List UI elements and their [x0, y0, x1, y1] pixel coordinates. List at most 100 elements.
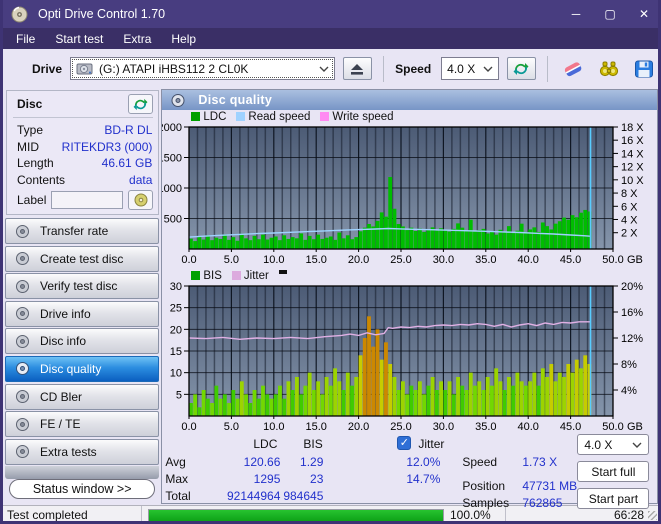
max-bis-value: 23	[310, 472, 324, 486]
svg-text:0.0: 0.0	[182, 254, 197, 266]
binoculars-icon	[599, 61, 618, 76]
resize-grip[interactable]	[648, 511, 657, 520]
svg-text:25: 25	[170, 303, 182, 315]
sidebar-item-label: Extra tests	[40, 444, 97, 459]
start-full-button[interactable]: Start full	[577, 461, 650, 482]
avg-bis-value: 1.29	[300, 455, 324, 469]
drive-select[interactable]: (G:) ATAPI iHBS112 2 CL0K	[70, 57, 335, 80]
ldc-chart-legend: LDC Read speed Write speed	[162, 110, 657, 123]
disc-label-input[interactable]	[51, 191, 124, 209]
svg-text:5.0: 5.0	[224, 254, 239, 266]
disc-icon	[16, 445, 29, 459]
scan-speed-value: 4.0 X	[584, 437, 613, 452]
svg-text:30.0: 30.0	[433, 421, 454, 433]
status-window-button[interactable]: Status window >>	[9, 478, 156, 499]
app-window: Opti Drive Control 1.70 ─ ▢ ✕ File Start…	[0, 0, 661, 524]
maximize-button[interactable]: ▢	[593, 0, 627, 28]
chevron-down-icon	[319, 66, 329, 72]
max-jitter-value: 14.7%	[406, 472, 441, 486]
speed-stat-label: Speed	[462, 455, 498, 469]
refresh-speed-button[interactable]	[506, 57, 537, 80]
bis-legend-swatch	[191, 271, 201, 280]
svg-text:8 X: 8 X	[621, 188, 638, 200]
disc-icon	[16, 334, 29, 348]
disc-icon	[16, 279, 29, 293]
sidebar-item-disc-quality[interactable]: Disc quality	[5, 355, 160, 382]
sidebar-item-transfer-rate[interactable]: Transfer rate	[5, 218, 160, 244]
eject-button[interactable]	[342, 57, 373, 80]
sidebar-item-disc-info[interactable]: Disc info	[5, 328, 160, 355]
disc-quality-icon	[171, 93, 185, 107]
svg-text:2000: 2000	[162, 123, 182, 134]
svg-text:2 X: 2 X	[621, 228, 638, 240]
svg-text:30: 30	[170, 282, 182, 293]
jitter-checkbox[interactable]: ✓	[397, 436, 412, 450]
erase-disc-button[interactable]	[559, 57, 587, 81]
minimize-button[interactable]: ─	[559, 0, 593, 28]
save-results-button[interactable]	[630, 57, 658, 81]
floppy-save-icon	[635, 60, 654, 77]
drive-select-value: (G:) ATAPI iHBS112 2 CL0K	[99, 61, 249, 76]
sidebar-item-label: Disc quality	[40, 361, 102, 376]
disc-icon	[16, 362, 29, 376]
svg-text:12%: 12%	[621, 333, 643, 345]
disc-mid-value: RITEKDR3 (000)	[61, 139, 153, 154]
panel-title: Disc quality	[198, 93, 273, 107]
sidebar-item-fe-te[interactable]: FE / TE	[5, 411, 160, 438]
scan-speed-select[interactable]: 4.0 X	[577, 434, 650, 455]
app-disc-icon	[11, 6, 28, 22]
sidebar-item-drive-info[interactable]: Drive info	[5, 300, 160, 327]
menu-file[interactable]: File	[6, 32, 45, 46]
disc-info-group: Disc Type BD-R DL MID RITEKDR3 (000) Len…	[6, 90, 160, 215]
svg-text:GB: GB	[627, 254, 643, 266]
close-button[interactable]: ✕	[627, 0, 658, 28]
sidebar-item-extra-tests[interactable]: Extra tests	[5, 438, 160, 465]
max-row-label: Max	[165, 472, 189, 486]
svg-text:16%: 16%	[621, 307, 643, 319]
read-speed-legend-label: Read speed	[248, 110, 311, 123]
refresh-arrows-icon	[513, 62, 529, 75]
write-label-button[interactable]	[128, 190, 154, 210]
sidebar: Disc Type BD-R DL MID RITEKDR3 (000) Len…	[3, 88, 161, 505]
jitter-legend-label: Jitter	[243, 269, 269, 282]
samples-stat-value: 762865	[522, 496, 563, 510]
svg-text:20: 20	[170, 324, 182, 336]
speed-select-value: 4.0 X	[447, 61, 476, 76]
disc-length-label: Length	[17, 156, 54, 170]
sidebar-item-label: Verify test disc	[40, 279, 118, 294]
svg-text:18 X: 18 X	[621, 123, 644, 134]
bis-legend-label: BIS	[203, 269, 222, 282]
svg-text:50.0: 50.0	[603, 421, 624, 433]
disc-icon	[16, 417, 29, 431]
eraser-icon	[564, 61, 582, 76]
svg-text:15.0: 15.0	[306, 421, 327, 433]
quality-stats: LDC BIS ✓ Jitter Avg 120.66 1.29 12.0% M…	[162, 434, 657, 511]
svg-text:10.0: 10.0	[263, 421, 284, 433]
menu-extra[interactable]: Extra	[113, 32, 161, 46]
menu-start-test[interactable]: Start test	[45, 32, 113, 46]
search-drives-button[interactable]	[595, 57, 623, 81]
sidebar-item-label: Create test disc	[40, 251, 124, 266]
position-stat-value: 47731 MB	[522, 479, 578, 493]
svg-text:4 X: 4 X	[621, 214, 638, 226]
sidebar-item-verify-test-disc[interactable]: Verify test disc	[5, 273, 160, 300]
refresh-disc-button[interactable]	[128, 94, 154, 114]
disc-contents-value: data	[129, 172, 153, 187]
titlebar: Opti Drive Control 1.70 ─ ▢ ✕	[3, 0, 658, 28]
svg-text:20.0: 20.0	[348, 254, 369, 266]
svg-text:6 X: 6 X	[621, 201, 638, 213]
sidebar-item-cd-bler[interactable]: CD Bler	[5, 383, 160, 410]
svg-text:GB: GB	[627, 421, 643, 433]
svg-text:5.0: 5.0	[224, 421, 239, 433]
svg-text:10.0: 10.0	[263, 254, 284, 266]
sidebar-item-create-test-disc[interactable]: Create test disc	[5, 245, 160, 272]
refresh-arrows-icon	[133, 98, 148, 110]
svg-text:15: 15	[170, 346, 182, 358]
speed-select[interactable]: 4.0 X	[441, 57, 499, 80]
body: Disc Type BD-R DL MID RITEKDR3 (000) Len…	[3, 88, 658, 510]
disc-label-label: Label	[17, 193, 47, 207]
disc-group-title: Disc	[17, 97, 43, 111]
menu-help[interactable]: Help	[161, 32, 206, 46]
panel-header: Disc quality	[162, 90, 658, 110]
start-part-button[interactable]: Start part	[577, 488, 650, 509]
